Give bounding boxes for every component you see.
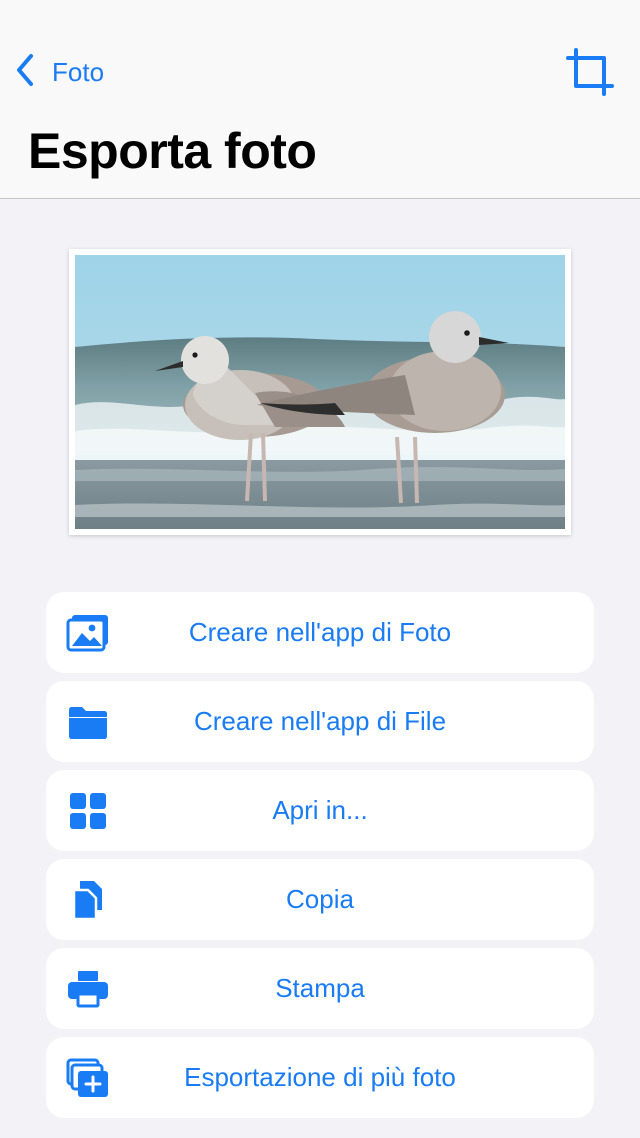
- create-in-files-button[interactable]: Creare nell'app di File: [46, 681, 594, 762]
- copy-button[interactable]: Copia: [46, 859, 594, 940]
- open-in-label: Apri in...: [272, 795, 368, 825]
- open-in-button[interactable]: Apri in...: [46, 770, 594, 851]
- export-multiple-photos-button[interactable]: Esportazione di più foto: [46, 1037, 594, 1118]
- create-in-photos-label: Creare nell'app di Foto: [188, 617, 452, 647]
- create-in-files-label: Creare nell'app di File: [193, 706, 447, 736]
- photo-preview: [69, 249, 571, 535]
- back-button[interactable]: Foto: [14, 52, 104, 92]
- grid-icon: [66, 789, 110, 833]
- page-title: Esporta foto: [28, 123, 317, 179]
- copy-icon: [66, 878, 110, 922]
- print-label: Stampa: [275, 973, 365, 1003]
- printer-icon: [66, 967, 110, 1011]
- navigation-header: Foto Esporta foto: [0, 0, 640, 199]
- export-multiple-photos-label: Esportazione di più foto: [184, 1062, 456, 1092]
- copy-label: Copia: [286, 884, 354, 914]
- photo-icon: [66, 611, 110, 655]
- seagulls-photo: [75, 255, 565, 529]
- create-in-photos-button[interactable]: Creare nell'app di Foto: [46, 592, 594, 673]
- chevron-left-icon: [14, 52, 38, 93]
- crop-icon: [564, 48, 616, 102]
- folder-icon: [66, 700, 110, 744]
- back-button-label: Foto: [52, 56, 105, 87]
- crop-button[interactable]: [564, 46, 616, 98]
- print-button[interactable]: Stampa: [46, 948, 594, 1029]
- multiple-photos-add-icon: [66, 1056, 110, 1100]
- export-actions-list: Creare nell'app di Foto Creare nell'app …: [46, 592, 594, 1126]
